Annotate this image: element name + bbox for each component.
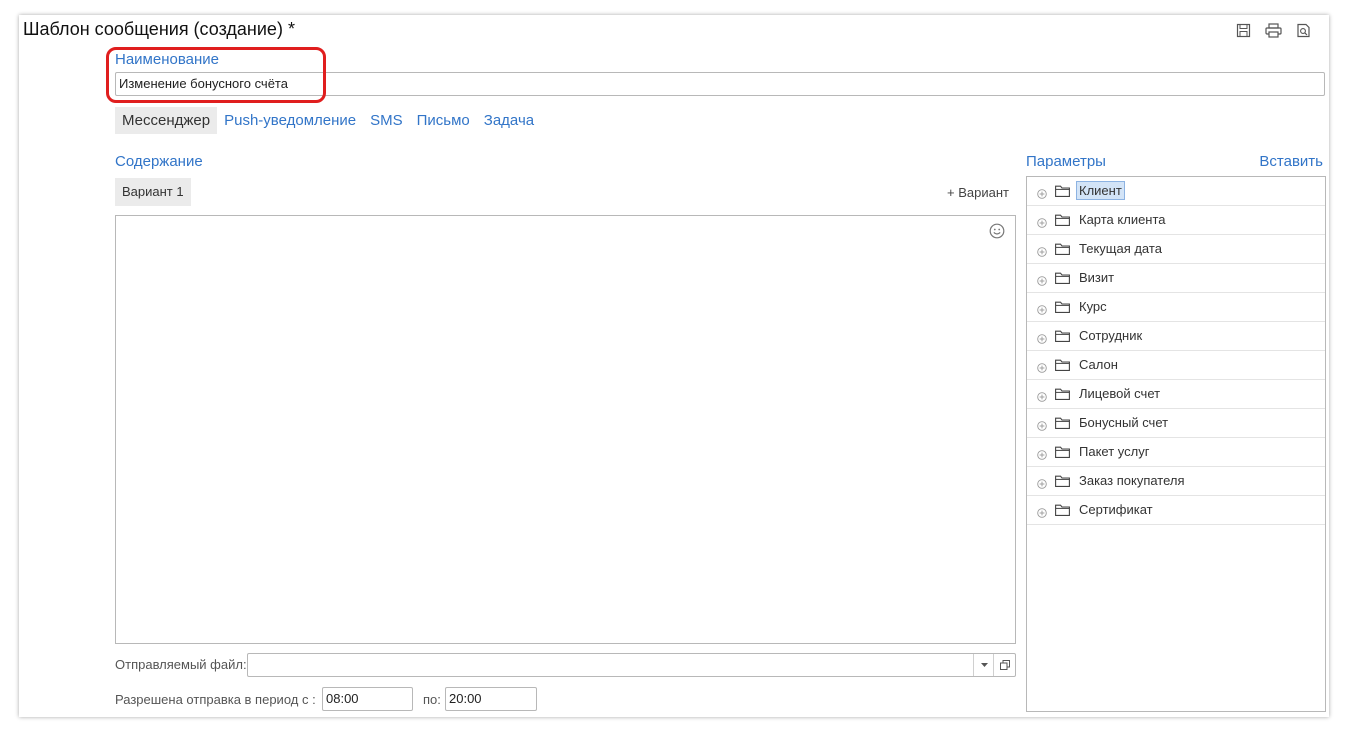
expand-plus-icon[interactable] <box>1037 447 1047 465</box>
window-title: Шаблон сообщения (создание) * <box>23 19 295 39</box>
dropdown-arrow-icon[interactable] <box>973 654 994 676</box>
tree-item-label: Заказ покупателя <box>1079 473 1185 488</box>
tree-item-label: Бонусный счет <box>1079 415 1169 430</box>
time-to-input[interactable]: 20:00 <box>445 687 537 711</box>
tree-item-label: Визит <box>1079 270 1115 285</box>
tree-item-label: Сотрудник <box>1079 328 1143 343</box>
tree-item-label: Лицевой счет <box>1079 386 1161 401</box>
tree-item-label: Пакет услуг <box>1079 444 1150 459</box>
template-window: Шаблон сообщения (создание) * Наименован… <box>19 15 1329 717</box>
file-label: Отправляемый файл: <box>115 657 247 672</box>
tab-email[interactable]: Письмо <box>410 107 477 134</box>
expand-plus-icon[interactable] <box>1037 302 1047 320</box>
folder-icon <box>1055 387 1070 405</box>
tree-item-customer-order[interactable]: Заказ покупателя <box>1027 467 1325 496</box>
expand-plus-icon[interactable] <box>1037 360 1047 378</box>
folder-icon <box>1055 213 1070 231</box>
tree-item-service-package[interactable]: Пакет услуг <box>1027 438 1325 467</box>
expand-plus-icon[interactable] <box>1037 418 1047 436</box>
print-icon[interactable] <box>1265 23 1282 38</box>
expand-plus-icon[interactable] <box>1037 244 1047 262</box>
folder-icon <box>1055 271 1070 289</box>
tree-item-course[interactable]: Курс <box>1027 293 1325 322</box>
expand-plus-icon[interactable] <box>1037 389 1047 407</box>
period-to-label: по: <box>423 692 441 707</box>
folder-icon <box>1055 474 1070 492</box>
expand-plus-icon[interactable] <box>1037 186 1047 204</box>
period-label: Разрешена отправка в период с : <box>115 692 316 707</box>
channel-tabs: Мессенджер Push-уведомление SMS Письмо З… <box>115 107 541 134</box>
parameters-tree: Клиент Карта клиента Текущая дата Визит … <box>1026 176 1326 712</box>
tab-sms[interactable]: SMS <box>363 107 410 134</box>
insert-button[interactable]: Вставить <box>1259 153 1323 170</box>
folder-icon <box>1055 503 1070 521</box>
tab-messenger[interactable]: Мессенджер <box>115 107 218 134</box>
folder-icon <box>1055 445 1070 463</box>
time-from-input[interactable]: 08:00 <box>322 687 413 711</box>
tree-item-label: Салон <box>1079 357 1118 372</box>
expand-plus-icon[interactable] <box>1037 505 1047 523</box>
tree-item-label: Курс <box>1079 299 1107 314</box>
tree-item-employee[interactable]: Сотрудник <box>1027 322 1325 351</box>
folder-icon <box>1055 358 1070 376</box>
emoji-icon[interactable] <box>989 223 1005 244</box>
save-icon[interactable] <box>1236 23 1251 38</box>
folder-icon <box>1055 300 1070 318</box>
tab-push[interactable]: Push-уведомление <box>217 107 363 134</box>
add-variant-button[interactable]: + Вариант <box>947 185 1009 200</box>
tree-item-bonus-account[interactable]: Бонусный счет <box>1027 409 1325 438</box>
open-window-icon[interactable] <box>993 654 1015 676</box>
tree-item-current-date[interactable]: Текущая дата <box>1027 235 1325 264</box>
tree-item-certificate[interactable]: Сертификат <box>1027 496 1325 525</box>
expand-plus-icon[interactable] <box>1037 215 1047 233</box>
variant-tab[interactable]: Вариант 1 <box>115 178 191 206</box>
annotation-highlight <box>106 47 326 103</box>
title-toolbar <box>1236 23 1311 38</box>
parameters-label: Параметры <box>1026 153 1106 170</box>
preview-icon[interactable] <box>1296 23 1311 38</box>
tab-task[interactable]: Задача <box>477 107 541 134</box>
folder-icon <box>1055 242 1070 260</box>
folder-icon <box>1055 329 1070 347</box>
tree-item-label: Карта клиента <box>1079 212 1166 227</box>
tree-item-visit[interactable]: Визит <box>1027 264 1325 293</box>
expand-plus-icon[interactable] <box>1037 331 1047 349</box>
message-editor[interactable] <box>115 215 1016 644</box>
tree-item-label: Клиент <box>1076 181 1125 200</box>
tree-item-salon[interactable]: Салон <box>1027 351 1325 380</box>
tree-item-label: Текущая дата <box>1079 241 1162 256</box>
expand-plus-icon[interactable] <box>1037 273 1047 291</box>
expand-plus-icon[interactable] <box>1037 476 1047 494</box>
tree-item-personal-account[interactable]: Лицевой счет <box>1027 380 1325 409</box>
tree-item-label: Сертификат <box>1079 502 1153 517</box>
tree-item-client-card[interactable]: Карта клиента <box>1027 206 1325 235</box>
tree-item-client[interactable]: Клиент <box>1027 177 1325 206</box>
content-label: Содержание <box>115 153 203 170</box>
file-input[interactable] <box>247 653 1016 677</box>
folder-icon <box>1055 416 1070 434</box>
folder-icon <box>1055 184 1070 202</box>
